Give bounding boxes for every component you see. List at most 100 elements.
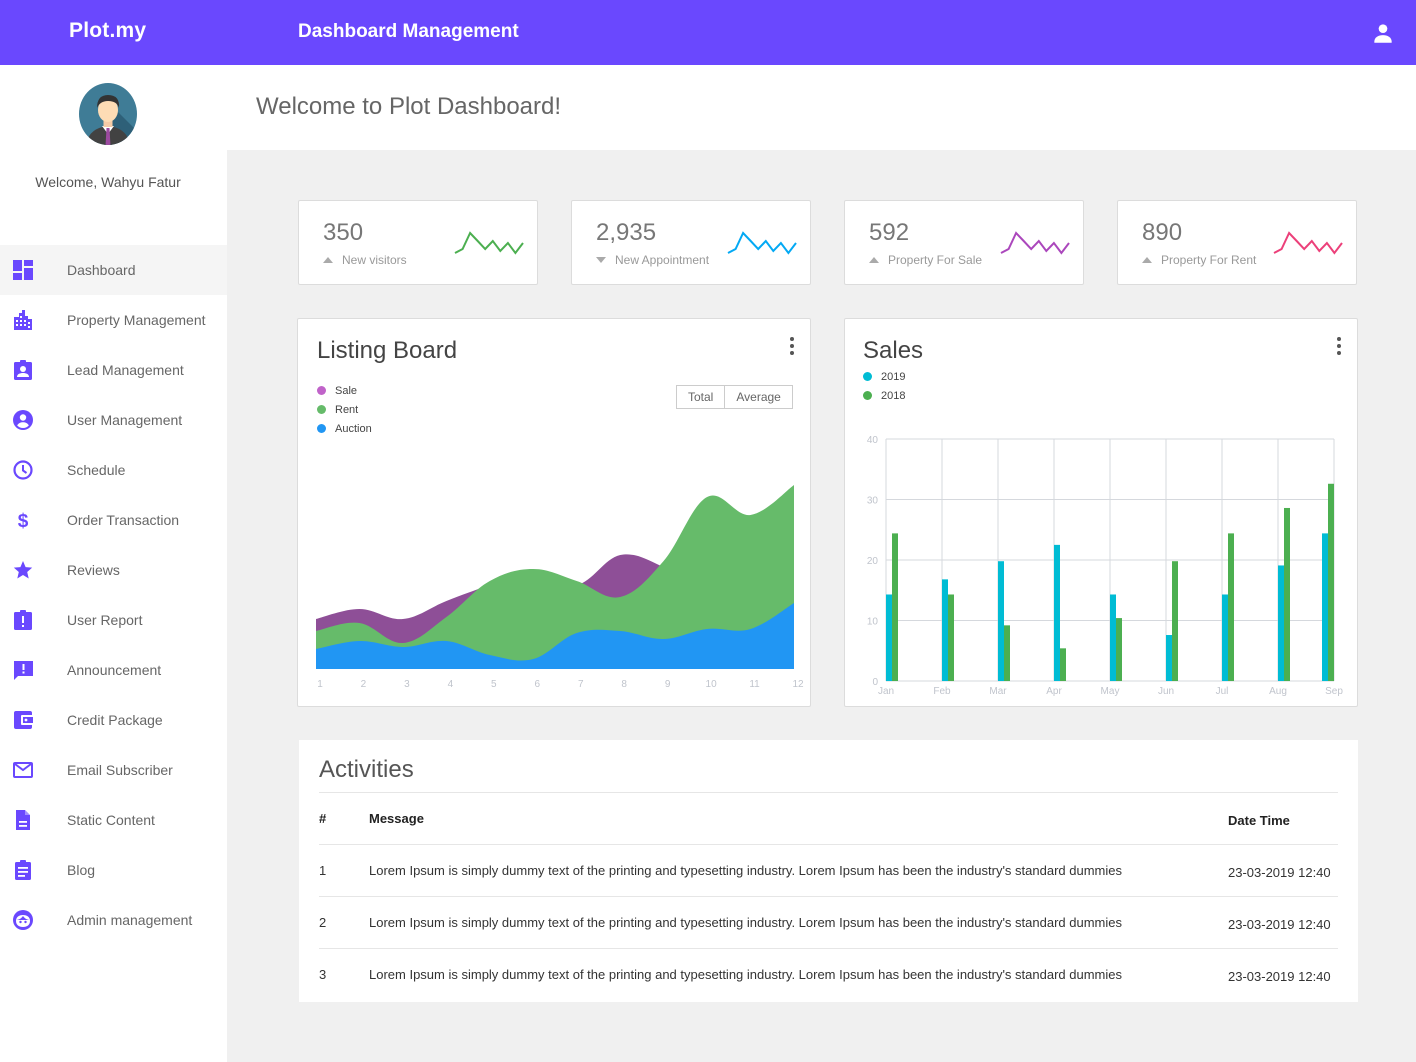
table-row[interactable]: 1 Lorem Ipsum is simply dummy text of th… (319, 844, 1338, 897)
sidebar-item-label: Dashboard (67, 262, 136, 278)
welcome-user-text: Welcome, Wahyu Fatur (35, 174, 181, 190)
sidebar-item-static-content[interactable]: Static Content (0, 795, 227, 845)
y-tick-label: 10 (867, 617, 879, 628)
sparkline (1000, 231, 1070, 255)
bar-2019-sep[interactable] (1322, 533, 1328, 681)
x-tick-label: 1 (317, 679, 323, 690)
x-tick-label: 6 (534, 679, 540, 690)
sidebar-item-label: Blog (67, 862, 96, 878)
sidebar-item-order-transaction[interactable]: $ Order Transaction (0, 495, 227, 545)
sidebar-item-label: Property Management (67, 312, 206, 328)
bar-2018-jan[interactable] (892, 533, 898, 681)
top-bar: Plot.my Dashboard Management (0, 0, 1416, 65)
sparkline-line (1000, 231, 1070, 255)
svg-text:$: $ (18, 511, 29, 530)
sidebar-item-lead-management[interactable]: Lead Management (0, 345, 227, 395)
sidebar-item-dashboard[interactable]: Dashboard (0, 245, 227, 295)
bar-2018-apr[interactable] (1060, 648, 1066, 681)
x-tick-label: 2 (361, 679, 367, 690)
x-tick-label: Jan (878, 686, 894, 697)
sidebar-item-user-management[interactable]: User Management (0, 395, 227, 445)
user-account-button[interactable] (1370, 20, 1396, 46)
sparkline-line (1273, 231, 1343, 255)
bar-2019-jun[interactable] (1166, 635, 1172, 681)
stat-card-property-for-rent[interactable]: 890 Property For Rent (1117, 200, 1357, 285)
sidebar-item-property-management[interactable]: Property Management (0, 295, 227, 345)
sidebar-nav: Dashboard Property Management Lead Manag… (0, 245, 227, 945)
bar-2019-apr[interactable] (1054, 544, 1060, 681)
sidebar-item-label: Schedule (67, 462, 126, 478)
listing-board-panel: Listing Board Sale Rent Auction Total Av… (297, 318, 811, 707)
row-number: 1 (319, 844, 369, 897)
brand-logo[interactable]: Plot.my (69, 19, 146, 43)
stat-value: 350 (323, 219, 364, 246)
avatar[interactable] (78, 82, 138, 146)
bar-2019-aug[interactable] (1278, 565, 1284, 681)
bar-2018-jun[interactable] (1172, 561, 1178, 681)
bar-2018-aug[interactable] (1284, 507, 1290, 681)
sidebar-item-reviews[interactable]: Reviews (0, 545, 227, 595)
sidebar-item-label: User Report (67, 612, 143, 628)
stat-label-row: New Appointment (596, 253, 709, 267)
x-tick-label: Aug (1269, 686, 1287, 697)
x-tick-label: 12 (792, 679, 804, 690)
bar-2018-jul[interactable] (1228, 533, 1234, 681)
trend-down-icon (596, 257, 606, 263)
x-tick-label: 11 (749, 679, 760, 690)
stat-label: New visitors (342, 253, 407, 267)
sparkline-line (454, 231, 524, 255)
x-tick-label: 5 (491, 679, 497, 690)
sidebar-item-admin-management[interactable]: Admin management (0, 895, 227, 945)
stat-label-row: New visitors (323, 253, 407, 267)
bar-2018-sep[interactable] (1328, 483, 1334, 681)
clock-icon (12, 459, 34, 481)
bar-2019-may[interactable] (1110, 594, 1116, 681)
column-header-number: # (319, 792, 369, 845)
sidebar-item-label: Announcement (67, 662, 162, 678)
x-tick-label: Jun (1158, 686, 1174, 697)
x-tick-label: Mar (989, 686, 1007, 697)
sidebar-item-announcement[interactable]: Announcement (0, 645, 227, 695)
sparkline (1273, 231, 1343, 255)
sidebar-item-blog[interactable]: Blog (0, 845, 227, 895)
stat-card-property-for-sale[interactable]: 592 Property For Sale (844, 200, 1084, 285)
sidebar-item-user-report[interactable]: User Report (0, 595, 227, 645)
x-tick-label: Sep (1325, 686, 1343, 697)
sparkline (454, 231, 524, 255)
face-icon (12, 909, 34, 931)
sidebar-item-label: Email Subscriber (67, 762, 173, 778)
sidebar: Welcome, Wahyu Fatur Dashboard Property … (0, 65, 227, 1062)
stat-value: 2,935 (596, 219, 657, 246)
wallet-icon (12, 709, 34, 731)
table-row[interactable]: 2 Lorem Ipsum is simply dummy text of th… (319, 896, 1338, 949)
sidebar-item-email-subscriber[interactable]: Email Subscriber (0, 745, 227, 795)
contact-badge-icon (12, 359, 34, 381)
x-tick-label: 3 (404, 679, 410, 690)
table-row[interactable]: 3 Lorem Ipsum is simply dummy text of th… (319, 948, 1338, 1001)
sidebar-item-schedule[interactable]: Schedule (0, 445, 227, 495)
sidebar-item-credit-package[interactable]: Credit Package (0, 695, 227, 745)
bar-2019-jan[interactable] (886, 594, 892, 681)
bar-2018-mar[interactable] (1004, 625, 1010, 681)
dashboard-icon (12, 259, 34, 281)
bar-2019-feb[interactable] (942, 579, 948, 681)
y-tick-label: 30 (867, 496, 879, 507)
bar-2019-mar[interactable] (998, 561, 1004, 681)
stat-card-new-visitors[interactable]: 350 New visitors (298, 200, 538, 285)
bar-2018-may[interactable] (1116, 618, 1122, 681)
sales-panel: Sales 2019 2018 0 10 20 30 40 Jan Feb Mar Apr May… (844, 318, 1358, 707)
row-message: Lorem Ipsum is simply dummy text of the … (369, 948, 1228, 1001)
x-tick-label: Apr (1046, 686, 1062, 697)
table-header-row: # Message Date Time (319, 792, 1338, 845)
trend-up-icon (323, 257, 333, 263)
bar-2018-feb[interactable] (948, 594, 954, 681)
listing-area-chart: 1 2 3 4 5 6 7 8 9 10 11 12 (316, 485, 804, 690)
bar-2019-jul[interactable] (1222, 594, 1228, 681)
dollar-icon: $ (12, 509, 34, 531)
trend-up-icon (1142, 257, 1152, 263)
sparkline-line (727, 231, 797, 255)
stat-card-new-appointment[interactable]: 2,935 New Appointment (571, 200, 811, 285)
column-header-datetime: Date Time (1228, 792, 1338, 845)
sidebar-item-label: User Management (67, 412, 183, 428)
x-tick-label: 7 (578, 679, 584, 690)
